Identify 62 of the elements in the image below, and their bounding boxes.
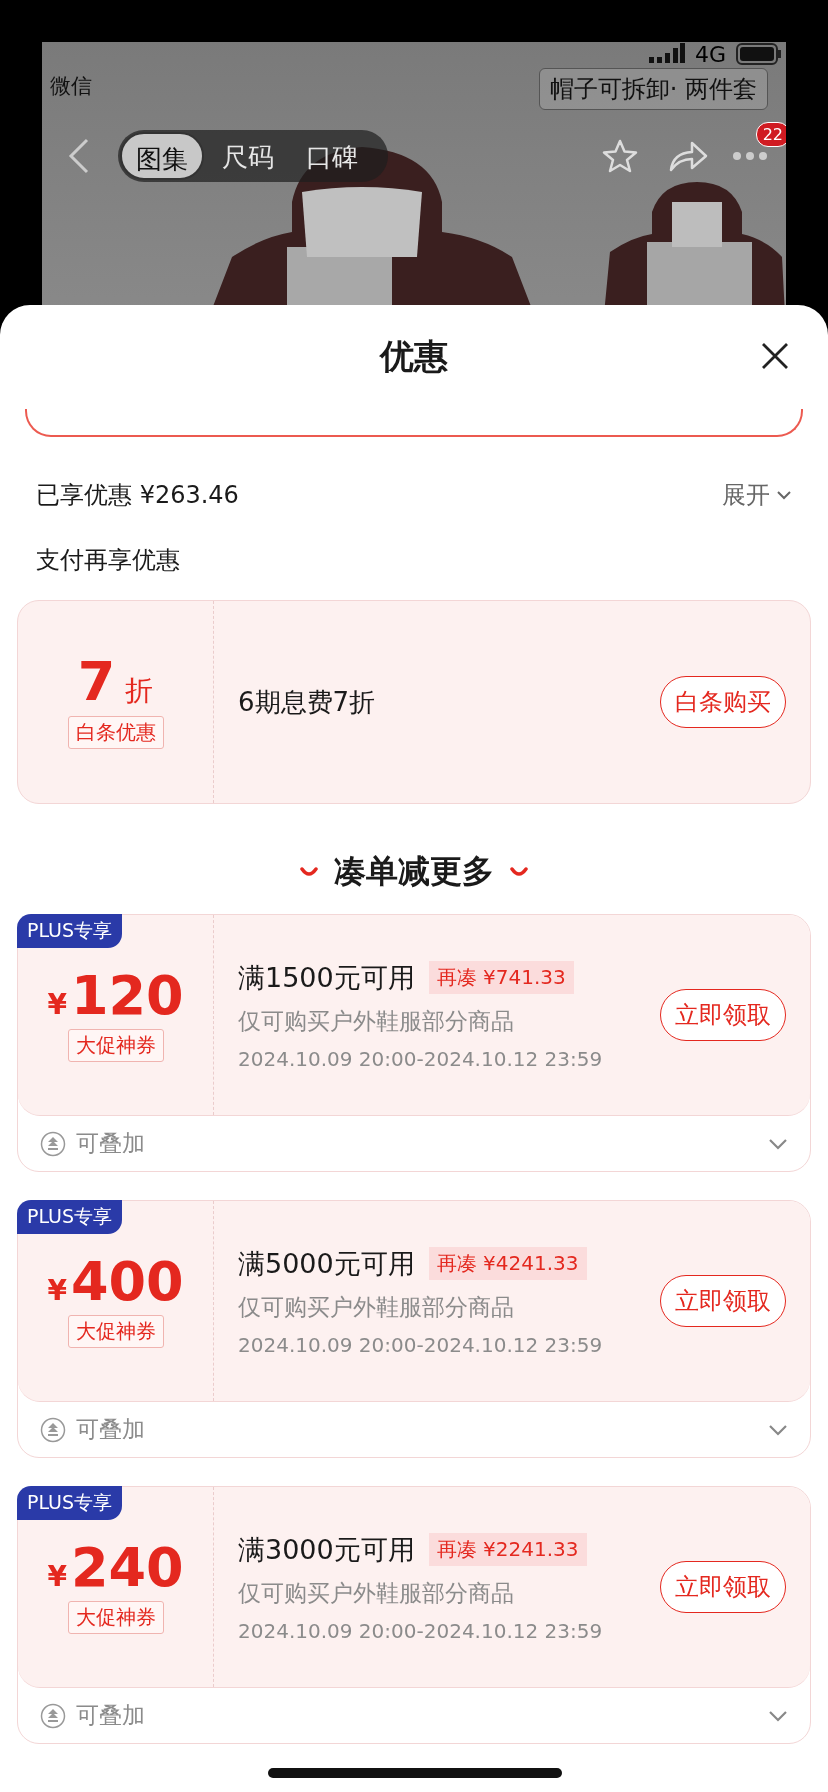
section-title: 凑单减更多 — [334, 851, 494, 892]
discount-unit: 折 — [125, 673, 154, 709]
shortfall-tag: 再凑 ¥4241.33 — [428, 1247, 587, 1280]
chevron-down-icon[interactable] — [768, 1423, 788, 1436]
currency-symbol: ¥ — [47, 990, 67, 1019]
coupon-scope: 仅可购买户外鞋服部分商品 — [238, 1006, 515, 1036]
section-title: 支付再享优惠 — [36, 545, 180, 576]
back-icon[interactable] — [68, 138, 90, 174]
plus-badge: PLUS专享 — [17, 1200, 123, 1234]
coupon-scope: 仅可购买户外鞋服部分商品 — [238, 1292, 515, 1322]
stackable-label: 可叠加 — [76, 1415, 146, 1444]
chevron-down-icon — [776, 490, 792, 500]
claim-button[interactable]: 立即领取 — [660, 1561, 786, 1613]
currency-symbol: ¥ — [47, 1276, 67, 1305]
network-label: 4G — [694, 42, 726, 67]
star-icon[interactable] — [602, 139, 638, 173]
buy-button[interactable]: 白条购买 — [660, 676, 786, 728]
close-icon[interactable] — [760, 341, 790, 371]
share-icon[interactable] — [668, 139, 708, 173]
stackable-label: 可叠加 — [76, 1701, 146, 1730]
chevron-down-icon[interactable] — [768, 1137, 788, 1150]
coupon-condition: 满5000元可用 — [238, 1246, 415, 1281]
coupon-amount: 240 — [70, 1540, 184, 1595]
plus-badge: PLUS专享 — [17, 1486, 123, 1520]
coupon-amount: 120 — [70, 968, 184, 1023]
enjoyed-discount: 已享优惠 ¥263.46 — [36, 480, 239, 511]
stackable-label: 可叠加 — [76, 1129, 146, 1158]
tab[interactable]: 口碑 — [292, 132, 372, 180]
coupon-type-tag: 大促神券 — [67, 1600, 164, 1634]
shortfall-tag: 再凑 ¥2241.33 — [428, 1533, 587, 1566]
coupon-amount: 400 — [70, 1254, 184, 1309]
signal-icon — [648, 43, 685, 65]
stack-icon — [40, 1416, 66, 1443]
smile-mark-icon — [510, 867, 528, 877]
chevron-down-icon[interactable] — [768, 1709, 788, 1722]
plus-badge: PLUS专享 — [17, 914, 123, 948]
discount-value: 7 — [77, 655, 116, 709]
shortfall-tag: 再凑 ¥741.33 — [428, 961, 574, 994]
offer-description: 6期息费7折 — [237, 685, 377, 719]
more-icon[interactable] — [732, 151, 768, 161]
battery-icon — [736, 43, 782, 65]
validity-period: 2024.10.09 20:00-2024.10.12 23:59 — [238, 1332, 604, 1357]
claim-button[interactable]: 立即领取 — [660, 1275, 786, 1327]
validity-period: 2024.10.09 20:00-2024.10.12 23:59 — [238, 1046, 604, 1071]
coupon-scope: 仅可购买户外鞋服部分商品 — [238, 1578, 515, 1608]
tab[interactable]: 图集 — [120, 132, 204, 180]
coupon-type-tag: 大促神券 — [67, 1028, 164, 1062]
back-app-label[interactable]: 微信 — [50, 72, 92, 100]
offer-type-tag: 白条优惠 — [67, 716, 164, 749]
coupon-condition: 满3000元可用 — [238, 1532, 415, 1567]
stack-icon — [40, 1130, 66, 1157]
validity-period: 2024.10.09 20:00-2024.10.12 23:59 — [238, 1618, 604, 1643]
coupon-type-tag: 大促神券 — [67, 1314, 164, 1348]
smile-mark-icon — [300, 867, 318, 877]
stack-icon — [40, 1702, 66, 1729]
tab[interactable]: 尺码 — [208, 132, 288, 180]
sheet-title: 优惠 — [380, 335, 448, 378]
claim-button[interactable]: 立即领取 — [660, 989, 786, 1041]
coupon-condition: 满1500元可用 — [238, 960, 415, 995]
product-tag: 帽子可拆卸· 两件套 — [538, 68, 768, 110]
currency-symbol: ¥ — [47, 1562, 67, 1591]
expand-toggle[interactable]: 展开 — [722, 479, 792, 511]
